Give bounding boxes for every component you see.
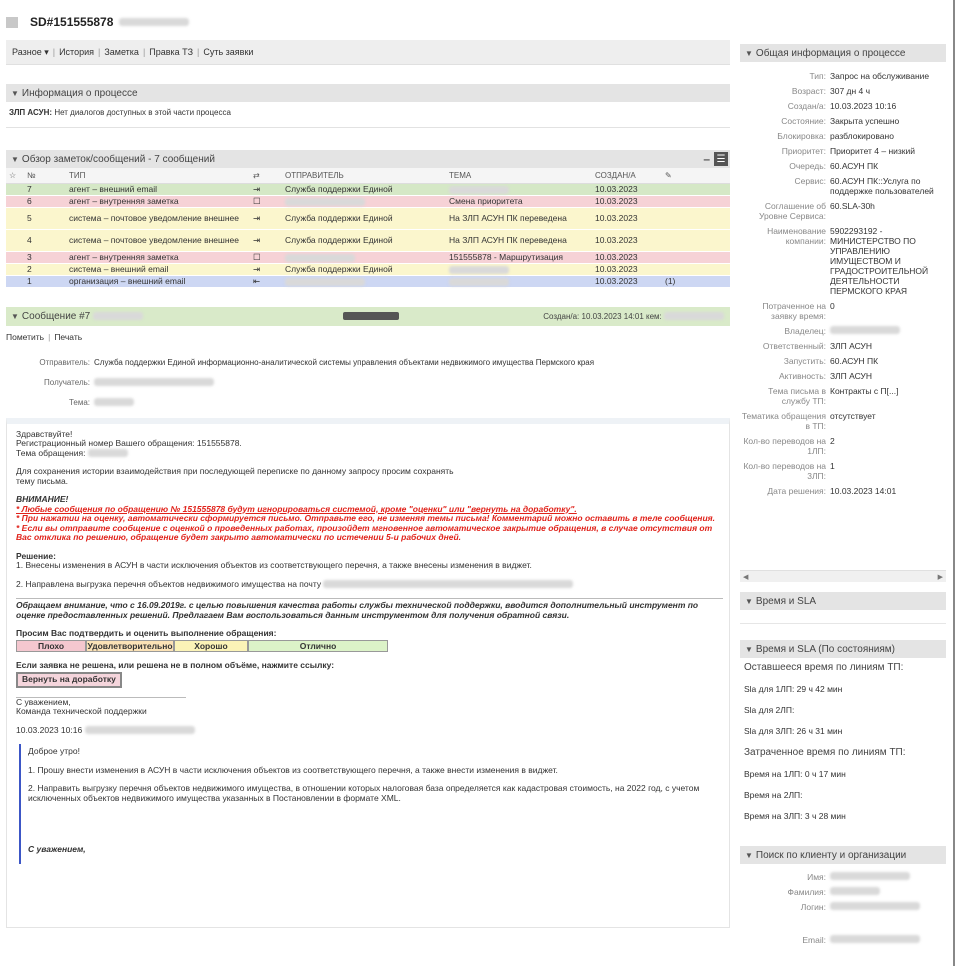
general-info-fields: Тип: Запрос на обслуживание Возраст: 307 дн… [740,62,946,570]
info-field: Потраченное на заявку время: 0 [762,301,835,321]
rating-good[interactable]: Хорошо [174,639,248,652]
rating-excellent[interactable]: Отлично [248,639,388,652]
star-icon[interactable]: ☆ [6,168,24,184]
table-row[interactable]: 3 агент – внутренняя заметка ☐ 151555878 - … [6,251,730,264]
table-row[interactable]: 4 система – почтовое уведомление внешнее ⇥… [6,229,730,252]
search-toggle[interactable]: ▼ Поиск по клиенту и организации [740,846,946,864]
info-field: Тип: Запрос на обслуживание [809,71,930,81]
quoted-message: Доброе утро! 1. Прошу внести изменения в… [19,744,723,864]
table-row[interactable]: 1 организация – внешний email ⇤ 10.03.2023(… [6,275,730,288]
direction-out-icon: ⇥ [250,183,282,196]
sla-state-toggle[interactable]: ▼ Время и SLA (По состояниям) [740,640,946,658]
sla-state-body: Оставшееся время по линиям ТП: Sla для 1… [744,662,906,821]
ticket-number: SD#151555878 [30,15,114,29]
internal-note-icon: ☐ [250,195,282,208]
triangle-down-icon: ▼ [745,850,753,860]
message-meta: Отправитель: Служба поддержки Единой инфо… [39,357,595,407]
notes-table: ☆ № ТИП ⇄ ОТПРАВИТЕЛЬ ТЕМА СОЗДАН/А ✎ 7а… [6,168,730,288]
info-field: Ответственный: ЗЛП АСУН [762,341,872,351]
info-field: Очередь: 60.АСУН ПК [789,161,879,171]
info-field: Приоритет: Приоритет 4 – низкий [781,146,916,156]
info-field: Наименование компании: 5902293192 - МИНИС… [767,226,929,296]
info-field: Тематика обращения в ТП: отсутствует [741,411,876,431]
col-created[interactable]: СОЗДАН/А [592,168,662,184]
table-row[interactable]: 5 система – почтовое уведомление внешнее ⇥… [6,207,730,230]
message-body: Здравствуйте! Регистрационный номер Ваше… [6,417,730,928]
notes-toggle[interactable]: ▼ Обзор заметок/сообщений - 7 сообщений –… [6,150,730,168]
search-fields: Имя: Фамилия: Логин: Email: [740,864,946,945]
info-field: Активность: ЗЛП АСУН [779,371,872,381]
info-field: Соглашение об Уровне Сервиса: 60.SLA-30h [759,201,875,221]
internal-note-icon: ☐ [250,251,282,264]
sla-toggle[interactable]: ▼ Время и SLA [740,592,946,610]
return-for-rework-button[interactable]: Вернуть на доработку [16,672,122,688]
menu-misc[interactable]: Разное ▾ [12,47,49,58]
general-info-toggle[interactable]: ▼ Общая информация о процессе [740,44,946,62]
notes-section: ▼ Обзор заметок/сообщений - 7 сообщений –… [6,150,730,320]
col-subject[interactable]: ТЕМА [446,168,592,184]
info-field: Владелец: [740,326,946,336]
col-number[interactable]: № [24,168,66,184]
message-section: ▼ Сообщение #7 Создан/а: 10.03.2023 14:01… [6,306,730,928]
minus-icon[interactable]: – [703,152,710,166]
info-field: Кол-во переводов на 1ЛП: 2 [743,436,835,456]
menu-history[interactable]: История [59,47,94,57]
triangle-down-icon: ▼ [11,311,19,321]
message-sender: Служба поддержки Единой информационно-ан… [94,357,595,367]
info-field: Сервис: 60.АСУН ПК::Услуга по поддержке п… [794,176,934,196]
triangle-down-icon: ▼ [745,644,753,654]
col-sender[interactable]: ОТПРАВИТЕЛЬ [282,168,446,184]
recipient-redacted [94,377,214,386]
direction-in-icon: ⇤ [250,275,282,288]
menu-summary[interactable]: Суть заявки [203,47,253,57]
direction-out-icon: ⇥ [250,229,282,252]
triangle-down-icon: ▼ [745,596,753,606]
col-direction[interactable]: ⇄ [250,168,282,184]
info-field: Блокировка: разблокировано [777,131,894,141]
ticket-header: SD#151555878 [6,14,190,30]
direction-out-icon: ⇥ [250,263,282,276]
rating-satisfactory[interactable]: Удовлетворительно [86,639,174,652]
table-resize-handle[interactable] [343,312,399,320]
rating-bad[interactable]: Плохо [16,639,86,652]
info-field: Дата решения: 10.03.2023 14:01 [767,486,897,496]
info-field: Создан/а: 10.03.2023 10:16 [787,101,897,111]
info-field: Состояние: Закрыта успешно [781,116,900,126]
main-column: Разное ▾ | История | Заметка | Правка ТЗ | С… [6,40,730,928]
mark-link[interactable]: Пометить [6,332,44,342]
ticket-icon [6,16,18,28]
print-link[interactable]: Печать [54,332,82,342]
table-row[interactable]: 7 агент – внешний email ⇥ Служба поддержки … [6,183,730,196]
process-info-section: ▼ Информация о процессе ЗЛП АСУН: Нет диа… [6,84,730,128]
info-field: Тема письма в службу ТП: Контракты с П[..… [768,386,899,406]
info-field: Запустить: 60.АСУН ПК [783,356,879,366]
info-field: Кол-во переводов на 3ЛП: 1 [743,461,835,481]
triangle-down-icon: ▼ [745,48,753,58]
col-attach[interactable]: ✎ [662,168,730,184]
message-actions: Пометить | Печать [6,331,83,342]
sidebar-scrollbar[interactable]: ◀ ▶ [740,570,946,582]
sidebar: ▼ Общая информация о процессе Тип: Запрос … [740,44,946,950]
table-row[interactable]: 2 система – внешний email ⇥ Служба поддержк… [6,263,730,276]
triangle-down-icon: ▼ [11,154,19,164]
table-row[interactable]: 6 агент – внутренняя заметка ☐ Смена приори… [6,195,730,208]
menu-note[interactable]: Заметка [104,47,139,57]
scroll-left-icon: ◀ [743,573,749,581]
col-type[interactable]: ТИП [66,168,250,184]
page-scrollbar[interactable] [953,0,955,966]
triangle-down-icon: ▼ [11,88,19,98]
process-info-body: ЗЛП АСУН: Нет диалогов доступных в этой … [6,102,730,128]
ticket-menu: Разное ▾ | История | Заметка | Правка ТЗ | С… [6,40,730,65]
menu-icon[interactable]: ☰ [714,152,728,166]
process-info-toggle[interactable]: ▼ Информация о процессе [6,84,730,102]
menu-edit-tz[interactable]: Правка ТЗ [149,47,193,57]
subject-redacted [94,397,134,406]
scroll-right-icon: ▶ [937,573,943,581]
ticket-customer-redacted [119,18,190,26]
rating-buttons: Плохо Удовлетворительно Хорошо Отлично [16,639,723,652]
info-field: Возраст: 307 дн 4 ч [791,86,871,96]
direction-out-icon: ⇥ [250,207,282,230]
